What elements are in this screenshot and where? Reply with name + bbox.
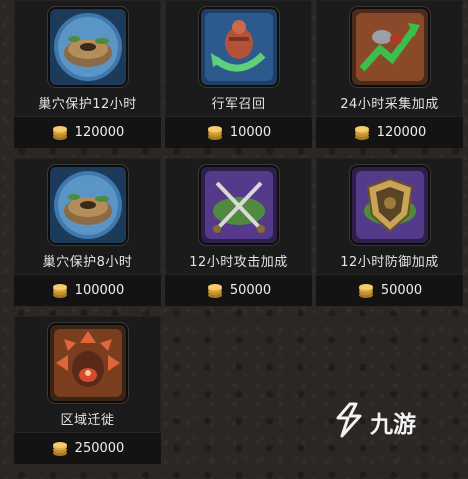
item-card-region-relocation[interactable]: 区域迁徙 250000: [14, 316, 161, 464]
item-price: 120000: [376, 125, 427, 140]
price-bar: 10000: [165, 116, 312, 148]
march-recall-icon: [200, 9, 277, 85]
item-name: 12小时攻击加成: [189, 255, 288, 270]
attack-boost-icon: [200, 167, 277, 243]
coin-icon: [51, 124, 69, 142]
price-bar: 120000: [316, 116, 463, 148]
item-price: 50000: [380, 283, 423, 298]
price-bar: 120000: [14, 116, 161, 148]
item-price: 120000: [74, 125, 125, 140]
nest-shield-icon: [49, 167, 126, 243]
item-price: 50000: [229, 283, 272, 298]
item-name: 巢穴保护12小时: [38, 97, 137, 112]
coin-icon: [206, 124, 224, 142]
item-name: 巢穴保护8小时: [42, 255, 133, 270]
item-card-nest-protect-8h[interactable]: 巢穴保护8小时 100000: [14, 158, 161, 306]
price-bar: 50000: [165, 274, 312, 306]
coin-icon: [357, 282, 375, 300]
jiuyou-logo-icon: [334, 402, 364, 442]
gather-boost-icon: [351, 9, 428, 85]
item-price: 250000: [74, 441, 125, 456]
watermark-logo: 九游: [334, 402, 444, 442]
coin-icon: [353, 124, 371, 142]
item-card-defense-boost-12h[interactable]: 12小时防御加成 50000: [316, 158, 463, 306]
price-bar: 100000: [14, 274, 161, 306]
relocation-icon: [49, 325, 126, 401]
price-bar: 250000: [14, 432, 161, 464]
item-card-attack-boost-12h[interactable]: 12小时攻击加成 50000: [165, 158, 312, 306]
nest-shield-icon: [49, 9, 126, 85]
coin-icon: [51, 440, 69, 458]
item-card-gather-boost-24h[interactable]: 24小时采集加成 120000: [316, 0, 463, 148]
item-card-nest-protect-12h[interactable]: 巢穴保护12小时 120000: [14, 0, 161, 148]
defense-boost-icon: [351, 167, 428, 243]
item-price: 10000: [229, 125, 272, 140]
item-name: 12小时防御加成: [340, 255, 439, 270]
coin-icon: [206, 282, 224, 300]
item-price: 100000: [74, 283, 125, 298]
item-name: 24小时采集加成: [340, 97, 439, 112]
price-bar: 50000: [316, 274, 463, 306]
item-name: 区域迁徙: [60, 413, 115, 428]
item-card-march-recall[interactable]: 行军召回 10000: [165, 0, 312, 148]
watermark-text: 九游: [370, 411, 416, 437]
coin-icon: [51, 282, 69, 300]
item-name: 行军召回: [211, 97, 266, 112]
